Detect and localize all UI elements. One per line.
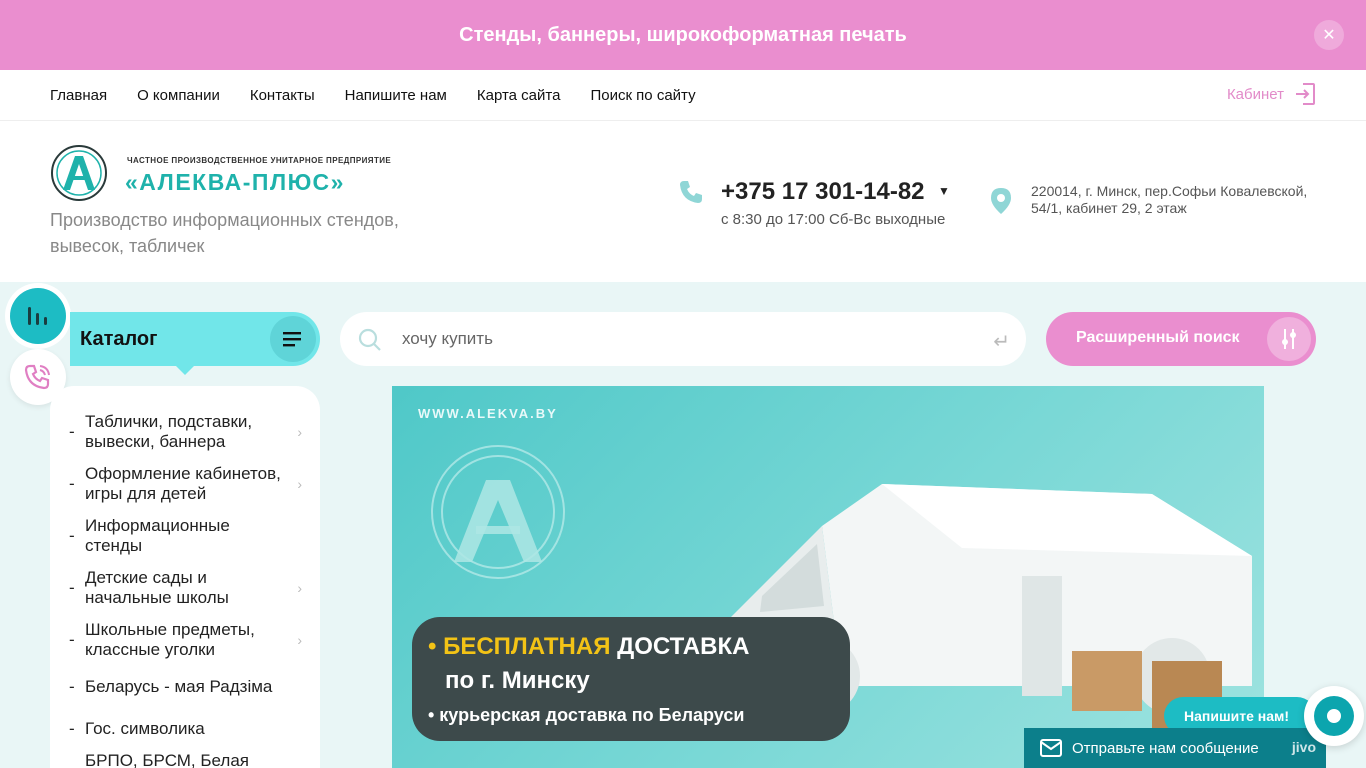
nav-link-sitemap[interactable]: Карта сайта — [477, 87, 561, 104]
banner-logo-icon — [431, 445, 565, 579]
working-hours: с 8:30 до 17:00 Сб-Вс выходные — [721, 211, 946, 228]
catalog-toggle[interactable]: Каталог — [70, 312, 320, 366]
top-nav: Главная О компании Контакты Напишите нам… — [0, 70, 1366, 121]
advanced-search-label: Расширенный поиск — [1076, 329, 1240, 346]
catalog-item[interactable]: - Школьные предметы, классные уголки › — [50, 614, 320, 666]
logo-subtitle: ЧАСТНОЕ ПРОИЗВОДСТВЕННОЕ УНИТАРНОЕ ПРЕДП… — [127, 156, 392, 165]
address: 220014, г. Минск, пер.Софьи Ковалевской,… — [1031, 183, 1308, 216]
close-icon: ✕ — [1322, 27, 1336, 44]
catalog-item-label: Таблички, подставки, вывески, баннера — [85, 412, 253, 451]
phone-number[interactable]: +375 17 301-14-82 — [721, 178, 925, 206]
message-icon — [1040, 739, 1062, 757]
catalog-item-label: Информационные стенды — [85, 516, 230, 555]
catalog-item[interactable]: - БРПО, БРСМ, Белая Русь — [50, 750, 320, 768]
chevron-right-icon: › — [297, 632, 302, 648]
search-icon — [358, 328, 381, 351]
logo-title: «АЛЕКВА-ПЛЮС» — [125, 169, 345, 195]
catalog-item-label: Беларусь - мая Радзіма — [85, 677, 273, 696]
logo[interactable]: ЧАСТНОЕ ПРОИЗВОДСТВЕННОЕ УНИТАРНОЕ ПРЕДП… — [50, 143, 400, 203]
delivery-line-3: • курьерская доставка по Беларуси — [428, 705, 745, 725]
enter-icon[interactable]: ↵ — [993, 329, 1010, 354]
catalog-pointer — [174, 364, 196, 375]
chat-bar-text: Отправьте нам сообщение — [1072, 739, 1259, 757]
jivo-logo: jivo — [1291, 739, 1316, 755]
login-icon — [1296, 83, 1315, 105]
delivery-info-box: • БЕСПЛАТНАЯ ДОСТАВКА по г. Минску • кур… — [412, 617, 850, 741]
phone-call-icon — [24, 364, 50, 390]
catalog-item[interactable]: - Беларусь - мая Радзіма — [50, 666, 320, 708]
nav-link-contacts[interactable]: Контакты — [250, 87, 315, 104]
stats-float-button[interactable] — [10, 288, 66, 344]
search-input[interactable] — [402, 325, 962, 353]
nav-link-write-us[interactable]: Напишите нам — [345, 87, 447, 104]
catalog-title: Каталог — [80, 327, 158, 350]
chevron-down-icon[interactable]: ▼ — [938, 184, 950, 198]
catalog-list: - Таблички, подставки, вывески, баннера … — [50, 386, 320, 768]
promo-banner[interactable]: WWW.ALEKVA.BY • БЕСПЛАТНАЯ ДОСТАВКА по г… — [392, 386, 1264, 768]
catalog-item[interactable]: - Таблички, подставки, вывески, баннера … — [50, 406, 320, 458]
chevron-right-icon: › — [297, 476, 302, 492]
chat-open-bar[interactable]: Отправьте нам сообщение jivo — [1024, 728, 1326, 768]
free-label: БЕСПЛАТНАЯ — [443, 633, 611, 660]
advanced-search-button[interactable]: Расширенный поиск — [1046, 312, 1316, 366]
promo-bar: Стенды, баннеры, широкоформатная печать … — [0, 0, 1366, 70]
catalog-item[interactable]: - Детские сады и начальные школы › — [50, 562, 320, 614]
chat-launcher-button[interactable] — [1304, 686, 1364, 746]
catalog-item-label: Гос. символика — [85, 719, 205, 738]
catalog-item[interactable]: - Оформление кабинетов, игры для детей › — [50, 458, 320, 510]
promo-text: Стенды, баннеры, широкоформатная печать — [459, 23, 907, 46]
bars-icon — [28, 307, 47, 325]
banner-url: WWW.ALEKVA.BY — [418, 406, 558, 421]
catalog-item-label: Оформление кабинетов, игры для детей — [85, 464, 281, 503]
phone-icon — [680, 181, 702, 203]
promo-close-button[interactable]: ✕ — [1314, 20, 1344, 50]
search-bar: ↵ — [340, 312, 1026, 366]
delivery-label: ДОСТАВКА — [617, 633, 750, 660]
nav-link-about[interactable]: О компании — [137, 87, 220, 104]
nav-link-site-search[interactable]: Поиск по сайту — [590, 87, 695, 104]
nav-links: Главная О компании Контакты Напишите нам… — [50, 70, 696, 120]
chat-bubble-icon — [1314, 696, 1354, 736]
delivery-line-1: • БЕСПЛАТНАЯ ДОСТАВКА — [428, 633, 750, 660]
catalog-item-label: БРПО, БРСМ, Белая Русь — [85, 751, 250, 768]
chevron-right-icon: › — [297, 424, 302, 440]
menu-icon — [270, 316, 316, 362]
site-header: ЧАСТНОЕ ПРОИЗВОДСТВЕННОЕ УНИТАРНОЕ ПРЕДП… — [0, 121, 1366, 282]
logo-emblem-icon — [51, 145, 107, 201]
delivery-line-2: по г. Минску — [445, 667, 590, 694]
catalog-item-label: Детские сады и начальные школы — [85, 568, 229, 607]
catalog-item[interactable]: - Гос. символика — [50, 708, 320, 750]
catalog-item-label: Школьные предметы, классные уголки — [85, 620, 255, 659]
filter-sliders-icon — [1267, 317, 1311, 361]
location-pin-icon — [991, 188, 1011, 214]
nav-link-home[interactable]: Главная — [50, 87, 107, 104]
cabinet-link[interactable]: Кабинет — [1227, 82, 1316, 106]
chevron-right-icon: › — [297, 580, 302, 596]
tagline: Производство информационных стендов, выв… — [50, 210, 399, 256]
cabinet-label: Кабинет — [1226, 85, 1284, 103]
catalog-item[interactable]: - Информационные стенды — [50, 510, 320, 562]
